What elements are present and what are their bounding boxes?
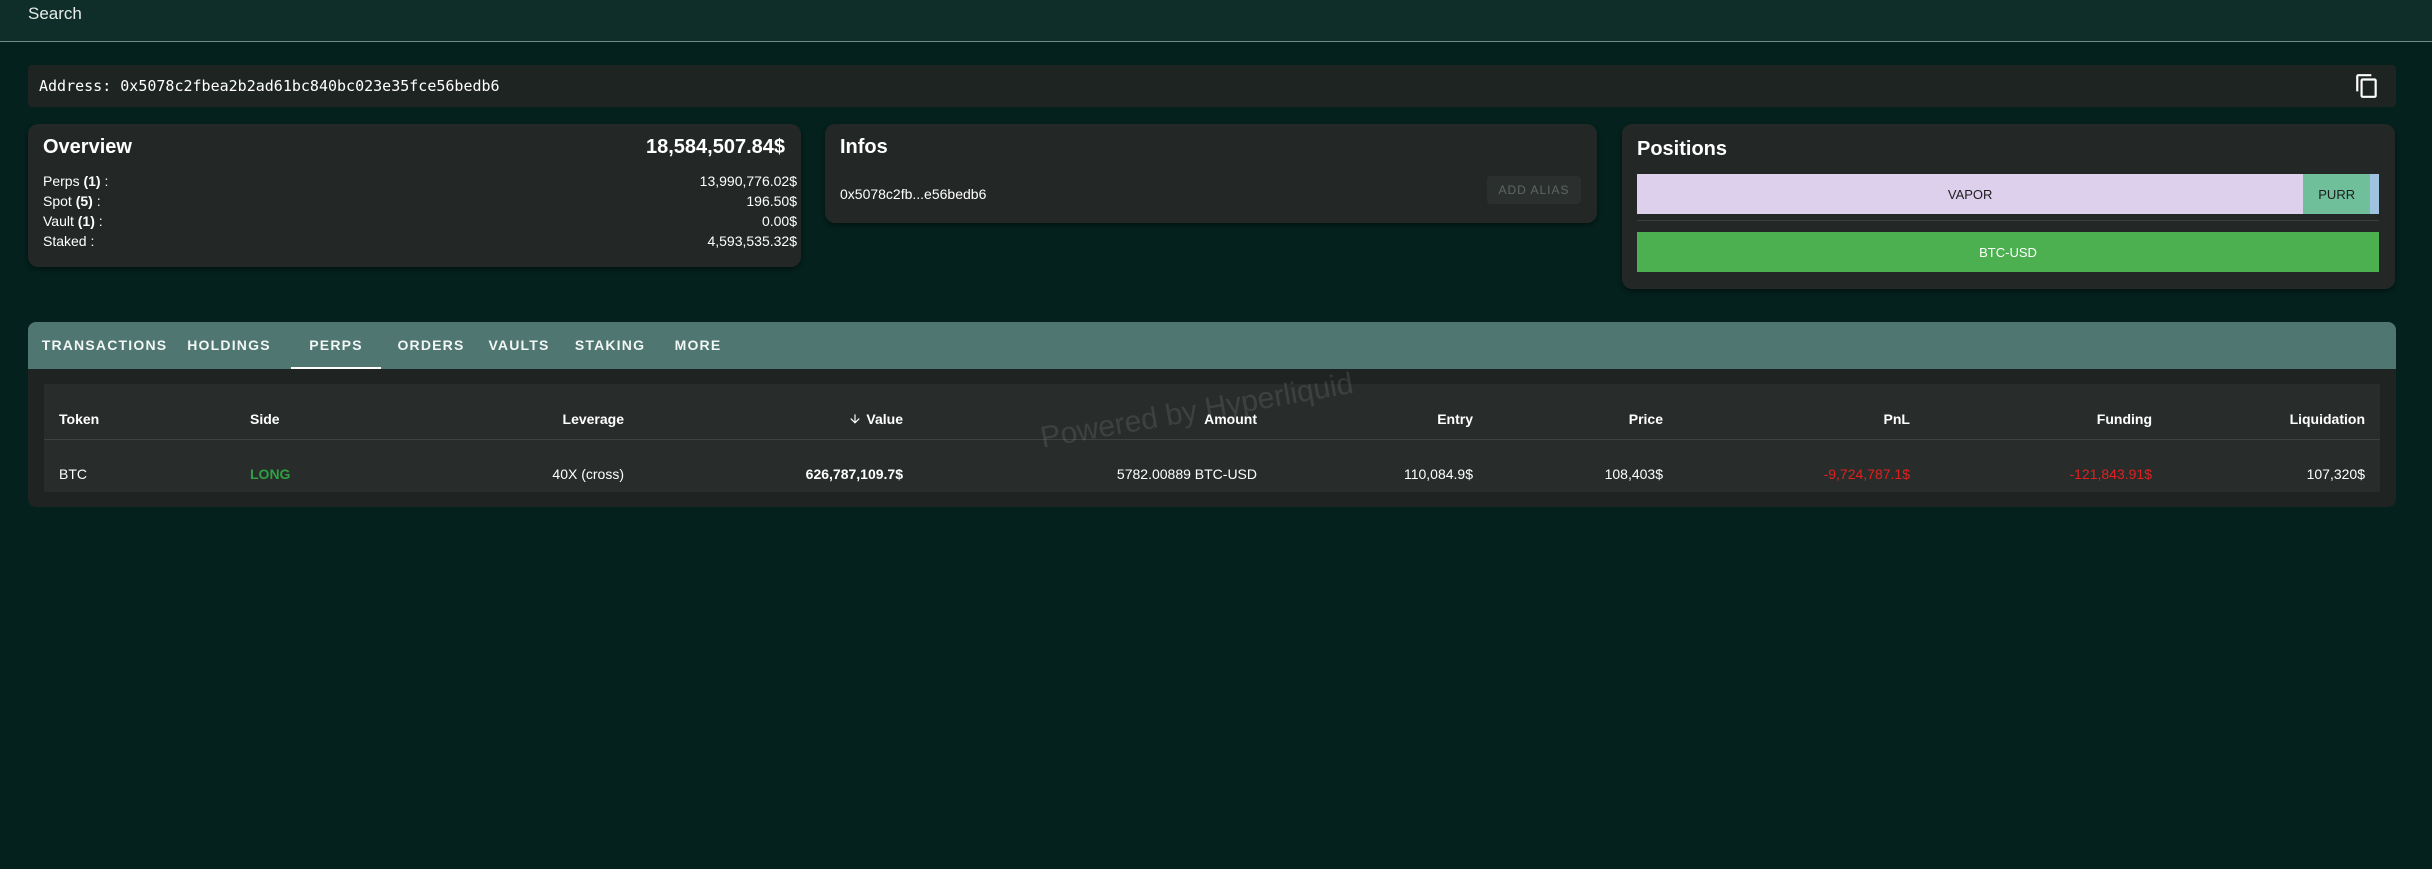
perps-panel: Token Side Leverage Value Amount Entry P… [28,369,2396,507]
infos-card: Infos 0x5078c2fb...e56bedb6 ADD ALIAS [825,124,1597,223]
header-funding[interactable]: Funding [2097,411,2152,427]
cell-value: 626,787,109.7$ [805,466,903,482]
segment-purr[interactable]: PURR [2303,174,2371,214]
infos-title: Infos [840,136,888,158]
overview-row-value: 13,990,776.02$ [699,173,797,189]
copy-icon[interactable] [2354,73,2380,99]
positions-card: Positions VAPOR PURR BTC-USD [1622,124,2395,289]
overview-row-count: (1) [83,173,101,189]
divider [1637,220,2379,221]
tab-vaults[interactable]: VAULTS [476,322,562,369]
overview-row-label: Spot [43,193,72,209]
overview-row-spot: Spot (5) : 196.50$ [43,193,797,209]
overview-row-value: 196.50$ [746,193,797,209]
overview-card: Overview 18,584,507.84$ Perps (1) : 13,9… [28,124,801,267]
positions-title: Positions [1637,138,1728,160]
tab-transactions[interactable]: TRANSACTIONS [28,322,181,369]
header-entry[interactable]: Entry [1437,411,1473,427]
overview-row-count: (5) [75,193,93,209]
overview-row-perps: Perps (1) : 13,990,776.02$ [43,173,797,189]
overview-row-label: Perps [43,173,80,189]
segment-vapor[interactable]: VAPOR [1637,174,2304,214]
tab-orders[interactable]: ORDERS [386,322,476,369]
segment-other[interactable] [2370,174,2379,214]
cell-side: LONG [250,466,291,482]
cell-leverage: 40X (cross) [552,466,624,482]
tab-staking[interactable]: STAKING [562,322,658,369]
arrow-down-icon [850,414,861,424]
header-liquidation[interactable]: Liquidation [2290,411,2365,427]
cell-pnl: -9,724,787.1$ [1823,466,1910,482]
short-address: 0x5078c2fb...e56bedb6 [840,186,987,202]
header-divider [44,439,2380,440]
overview-total: 18,584,507.84$ [645,136,785,158]
cell-funding: -121,843.91$ [2069,466,2152,482]
overview-row-staked: Staked : 4,593,535.32$ [43,233,797,249]
header-token[interactable]: Token [59,411,99,427]
tab-perps[interactable]: PERPS [291,322,381,369]
header-value[interactable]: Value [848,411,903,427]
overview-row-label: Staked [43,233,87,249]
cell-price: 108,403$ [1604,466,1663,482]
search-input[interactable] [28,2,1228,26]
cell-token: BTC [59,466,87,482]
address-text: Address: 0x5078c2fbea2b2ad61bc840bc023e3… [39,77,500,95]
perps-table: Token Side Leverage Value Amount Entry P… [44,384,2380,492]
top-search-bar [0,0,2432,42]
segment-btc-usd[interactable]: BTC-USD [1637,232,2379,272]
overview-row-count: (1) [77,213,95,229]
header-price[interactable]: Price [1629,411,1663,427]
spot-allocation-bar: VAPOR PURR [1637,174,2379,214]
overview-row-value: 4,593,535.32$ [707,233,797,249]
tab-bar: TRANSACTIONS HOLDINGS PERPS ORDERS VAULT… [28,322,2396,369]
address-bar: Address: 0x5078c2fbea2b2ad61bc840bc023e3… [28,65,2396,107]
overview-title: Overview [43,136,132,158]
add-alias-button[interactable]: ADD ALIAS [1487,176,1581,204]
header-side[interactable]: Side [250,411,280,427]
header-leverage[interactable]: Leverage [563,411,624,427]
tab-more[interactable]: MORE [658,322,738,369]
cell-entry: 110,084.9$ [1403,466,1473,482]
overview-row-vault: Vault (1) : 0.00$ [43,213,797,229]
tab-holdings[interactable]: HOLDINGS [181,322,277,369]
overview-row-label: Vault [43,213,74,229]
cell-amount: 5782.00889 BTC-USD [1116,466,1257,482]
cell-liquidation: 107,320$ [2306,466,2365,482]
overview-row-value: 0.00$ [761,213,797,229]
header-pnl[interactable]: PnL [1884,411,1910,427]
header-amount[interactable]: Amount [1204,411,1257,427]
